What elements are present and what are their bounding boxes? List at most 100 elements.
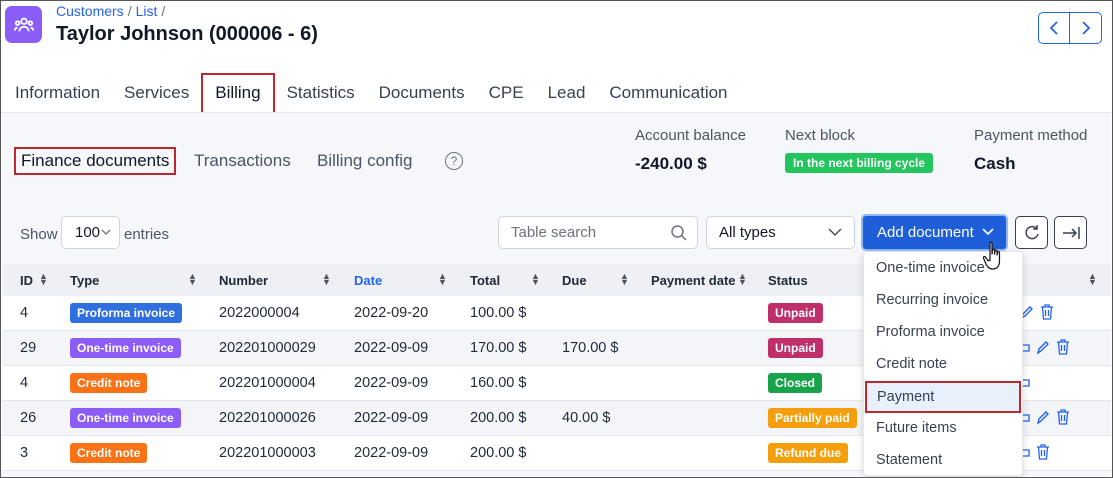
help-icon[interactable]: ? (445, 152, 463, 170)
column-header-number[interactable]: Number (219, 273, 268, 288)
type-badge: One-time invoice (70, 338, 181, 358)
subtab-finance-documents[interactable]: Finance documents (14, 147, 177, 175)
table-search-input[interactable]: Table search (498, 216, 698, 249)
row-actions (1020, 339, 1070, 355)
type-badge: One-time invoice (70, 408, 181, 428)
status-badge: Partially paid (768, 408, 857, 428)
sort-icon[interactable]: ▲ ▼ (738, 272, 747, 287)
next-block-badge: In the next billing cycle (785, 153, 934, 173)
column-header-status[interactable]: Status (768, 273, 808, 288)
status-badge: Unpaid (768, 303, 823, 323)
tab-information[interactable]: Information (1, 73, 112, 113)
account-balance-label: Account balance (635, 127, 746, 144)
row-actions (1020, 444, 1050, 460)
type-badge: Credit note (70, 443, 148, 463)
cell-due: 170.00 $ (562, 340, 619, 356)
tab-documents[interactable]: Documents (367, 73, 477, 113)
chevron-down-icon (101, 229, 111, 235)
column-header-due[interactable]: Due (562, 273, 587, 288)
tab-billing[interactable]: Billing (201, 73, 275, 113)
cell-number[interactable]: 2022000004 (219, 305, 300, 321)
tabs-divider (1, 112, 1112, 113)
chevron-right-icon (1081, 21, 1090, 35)
breadcrumb-list-link[interactable]: List (136, 3, 158, 19)
trash-icon[interactable] (1040, 304, 1054, 320)
export-button[interactable] (1054, 216, 1087, 249)
menu-item-proforma-invoice[interactable]: Proforma invoice (864, 316, 1024, 348)
tab-statistics[interactable]: Statistics (275, 73, 367, 113)
column-header-total[interactable]: Total (470, 273, 500, 288)
breadcrumb-customers-link[interactable]: Customers (56, 3, 124, 19)
tab-cpe[interactable]: CPE (477, 73, 536, 113)
trash-icon[interactable] (1036, 444, 1050, 460)
account-balance-value: -240.00 $ (635, 154, 707, 173)
cell-id: 4 (20, 375, 29, 391)
status-badge: Unpaid (768, 338, 823, 358)
menu-item-payment[interactable]: Payment (865, 381, 1021, 413)
column-header-type[interactable]: Type (70, 273, 99, 288)
tab-services[interactable]: Services (112, 73, 201, 113)
search-placeholder: Table search (511, 224, 597, 241)
menu-item-credit-note[interactable]: Credit note (864, 348, 1024, 380)
type-badge: Credit note (70, 373, 148, 393)
entries-value: 100 (75, 224, 101, 241)
refresh-button[interactable] (1015, 216, 1048, 249)
app-window: Customers / List / Taylor Johnson (000006 -… (0, 0, 1113, 478)
chevron-down-icon (982, 228, 994, 236)
cell-number[interactable]: 202201000003 (219, 445, 316, 461)
trash-icon[interactable] (1056, 409, 1070, 425)
search-icon (671, 225, 687, 241)
column-header-id[interactable]: ID (20, 273, 33, 288)
menu-item-future-items[interactable]: Future items (864, 412, 1024, 444)
customers-app-icon (5, 6, 42, 43)
next-record-button[interactable] (1070, 13, 1101, 43)
edit-icon[interactable] (1036, 409, 1050, 425)
status-badge: Refund due (768, 443, 848, 463)
cell-number[interactable]: 202201000029 (219, 340, 316, 356)
type-filter-select[interactable]: All types (706, 216, 855, 249)
menu-item-statement[interactable]: Statement (864, 444, 1024, 476)
edit-icon[interactable] (1036, 339, 1050, 355)
cell-date: 2022-09-09 (354, 410, 429, 426)
subtab-transactions[interactable]: Transactions (194, 151, 291, 171)
sort-icon[interactable]: ▲ ▼ (322, 272, 331, 287)
cell-total: 200.00 $ (470, 445, 527, 461)
sort-icon[interactable]: ▲ ▼ (531, 272, 540, 287)
sort-icon[interactable]: ▲ ▼ (438, 272, 447, 287)
cell-total: 200.00 $ (470, 410, 527, 426)
chevron-down-icon (828, 228, 842, 236)
trash-icon[interactable] (1056, 339, 1070, 355)
cell-id: 26 (20, 410, 37, 426)
payment-method-value: Cash (974, 154, 1016, 173)
entries-select[interactable]: 100 (61, 216, 120, 249)
page-title: Taylor Johnson (000006 - 6) (56, 23, 318, 45)
sort-icon[interactable]: ▲ ▼ (620, 272, 629, 287)
sort-icon[interactable]: ▲ ▼ (188, 272, 197, 287)
column-header-date[interactable]: Date (354, 273, 382, 288)
cell-id: 29 (20, 340, 37, 356)
column-header-payment-date[interactable]: Payment date (651, 273, 736, 288)
menu-item-recurring-invoice[interactable]: Recurring invoice (864, 284, 1024, 316)
hand-cursor-icon (982, 241, 1001, 270)
cell-due: 40.00 $ (562, 410, 611, 426)
tab-lead[interactable]: Lead (536, 73, 598, 113)
cell-id: 3 (20, 445, 29, 461)
cell-total: 100.00 $ (470, 305, 527, 321)
sort-icon[interactable]: ▲ ▼ (1088, 272, 1097, 287)
entries-label: entries (124, 226, 170, 243)
sort-icon[interactable]: ▲ ▼ (39, 272, 48, 287)
add-document-menu: One-time invoice Recurring invoice Profo… (863, 251, 1023, 476)
type-badge: Proforma invoice (70, 303, 183, 323)
next-block-label: Next block (785, 127, 856, 144)
cell-total: 170.00 $ (470, 340, 527, 356)
chevron-left-icon (1049, 21, 1058, 35)
breadcrumb: Customers / List / (56, 3, 166, 19)
add-document-label: Add document (877, 224, 974, 241)
previous-record-button[interactable] (1039, 13, 1070, 43)
subtab-billing-config[interactable]: Billing config (317, 151, 412, 171)
cell-number[interactable]: 202201000026 (219, 410, 316, 426)
cell-date: 2022-09-09 (354, 340, 429, 356)
cell-number[interactable]: 202201000004 (219, 375, 316, 391)
cell-total: 160.00 $ (470, 375, 527, 391)
tab-communication[interactable]: Communication (597, 73, 739, 113)
